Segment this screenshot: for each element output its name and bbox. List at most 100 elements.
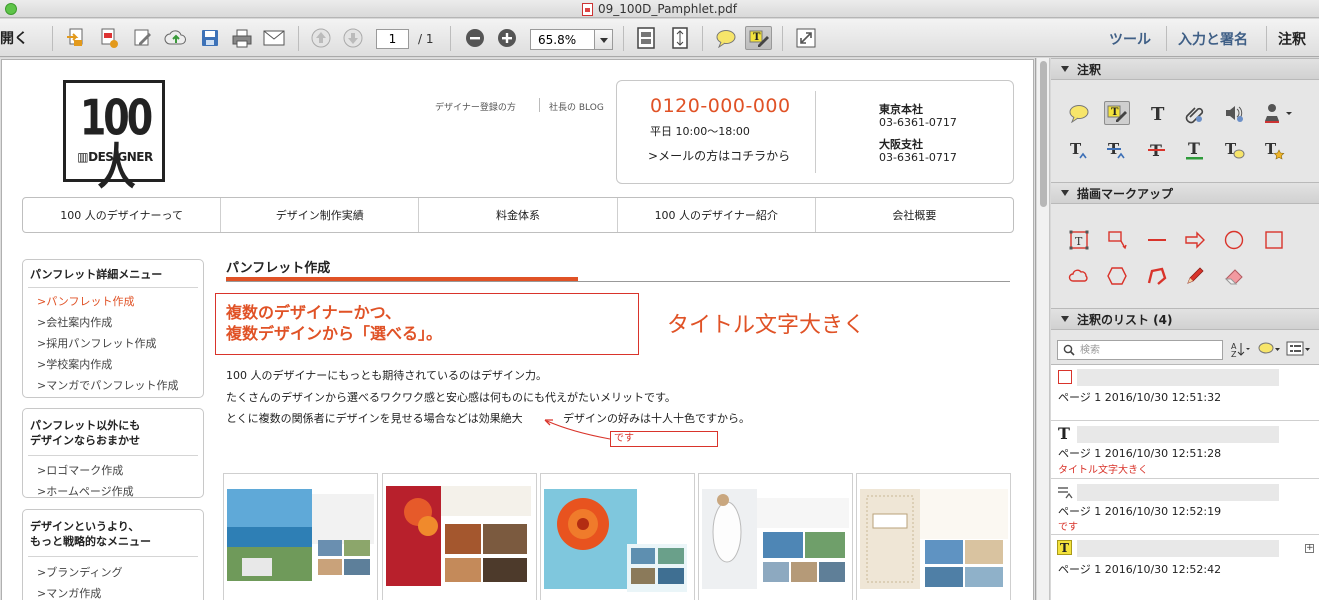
insert-text-icon [1058,487,1073,499]
open-button[interactable]: 開く [0,26,30,50]
filter-comments-button[interactable] [1256,337,1282,361]
office-tel-tokyo: 03-6361-0717 [879,116,957,129]
eraser-tool[interactable] [1221,264,1247,288]
zoom-level-input[interactable] [530,29,594,50]
expand-plus-icon[interactable]: + [1305,544,1314,553]
comment-meta: ページ 1 2016/10/30 12:52:19 [1058,505,1222,518]
nav-item-company[interactable]: 会社概要 [816,198,1013,232]
tab-tools[interactable]: ツール [1109,27,1151,50]
main-toolbar: 開く / 1 T [0,19,1319,57]
sidebar-link-manga[interactable]: >マンガ作成 [37,585,101,600]
text-box-tool[interactable]: T [1066,228,1092,252]
pamphlet-sample-3[interactable] [540,473,695,600]
cloud-tool[interactable] [1066,264,1092,288]
replace-text-tool[interactable]: T [1104,138,1130,162]
comment-item[interactable]: T ページ 1 2016/10/30 12:51:28 タイトル文字大きく [1051,421,1319,479]
pamphlet-sample-5[interactable] [856,473,1011,600]
pamphlet-sample-1[interactable] [223,473,378,600]
line-tool[interactable] [1144,228,1170,252]
arrow-tool[interactable] [1182,228,1208,252]
speaker-icon [1226,106,1243,122]
page-number-input[interactable] [376,29,409,49]
pamphlet-image [544,489,687,592]
comment-search-input[interactable] [1057,340,1223,360]
tab-fill-and-sign[interactable]: 入力と署名 [1178,27,1248,50]
comment-item[interactable]: T + ページ 1 2016/10/30 12:52:42 [1051,535,1319,600]
pencil-tool[interactable] [1182,264,1208,288]
toolbar-separator [450,26,451,51]
rectangle-comment-icon [1058,370,1072,384]
speech-bubble-icon [716,30,736,48]
comment-item[interactable]: ページ 1 2016/10/30 12:52:19 です [1051,479,1319,535]
document-scrollbar[interactable] [1037,58,1050,600]
upload-cloud-button[interactable] [163,26,189,50]
expand-arrows-icon [796,28,816,48]
highlight-text-tool[interactable]: T [1104,101,1130,125]
pamphlet-sample-2[interactable] [382,473,537,600]
save-disk-icon [202,30,218,46]
rectangle-tool[interactable] [1261,228,1287,252]
zoom-out-button[interactable] [462,26,488,50]
svg-text:Z: Z [1231,350,1237,358]
save-button[interactable] [197,26,223,50]
sidebar-link-logo[interactable]: >ロゴマーク作成 [37,462,123,478]
replace-text-icon: T [1107,140,1125,159]
text-comment-tool[interactable]: T [1221,138,1247,162]
svg-text:T: T [1111,107,1119,118]
sidebar-link-branding[interactable]: >ブランディング [37,564,122,580]
highlight-text-icon: T [749,30,769,47]
panel-section-annotations[interactable]: 注釈 [1051,58,1319,80]
window-title: 09_100D_Pamphlet.pdf [0,0,1319,18]
printer-icon [232,29,252,48]
callout-tool[interactable] [1104,228,1130,252]
comment-author-redacted [1077,369,1279,386]
next-page-button[interactable] [340,26,366,50]
fit-page-button[interactable] [667,26,693,50]
sticky-note-tool[interactable] [1066,101,1092,125]
disclosure-triangle-icon [1061,316,1069,322]
text-star-icon: T [1265,140,1285,160]
insert-text-caret-icon [544,419,611,440]
expand-view-button[interactable] [793,26,819,50]
add-text-tool[interactable]: T [1144,101,1170,125]
fit-page-icon [672,27,688,49]
text-stamp-tool[interactable]: T [1261,138,1287,162]
add-comment-button[interactable] [713,26,739,50]
zoom-in-button[interactable] [494,26,520,50]
sidebar-link-homepage[interactable]: >ホームページ作成 [37,483,134,499]
underline-tool[interactable]: T [1182,138,1208,162]
strikethrough-icon: T [1148,141,1165,160]
export-pdf-button[interactable] [96,26,122,50]
create-pdf-button[interactable] [63,26,89,50]
comment-item[interactable]: ページ 1 2016/10/30 12:51:32 [1051,364,1319,421]
stamp-tool[interactable] [1261,101,1295,125]
comment-options-button[interactable] [1285,337,1313,361]
sort-comments-button[interactable]: AZ [1229,337,1253,361]
record-audio-tool[interactable] [1221,101,1247,125]
title-bar: 09_100D_Pamphlet.pdf [0,0,1319,18]
connected-lines-tool[interactable] [1144,264,1170,288]
toolbar-separator [782,26,783,51]
tab-comment[interactable]: 注釈 [1278,27,1306,50]
email-button[interactable] [261,26,287,50]
highlight-text-button[interactable]: T [745,26,772,50]
zoom-dropdown-button[interactable] [594,29,613,50]
oval-tool[interactable] [1221,228,1247,252]
panel-section-drawing-markup[interactable]: 描画マークアップ [1051,182,1319,204]
toolbar-separator [702,26,703,51]
edit-pdf-button[interactable] [130,26,156,50]
comment-meta: ページ 1 2016/10/30 12:51:32 [1058,391,1222,404]
strikethrough-tool[interactable]: T [1144,138,1170,162]
previous-page-button[interactable] [308,26,334,50]
office-name-osaka: 大阪支社 [879,138,923,151]
panel-section-comment-list[interactable]: 注釈のリスト (4) [1051,308,1319,330]
document-viewport[interactable]: 100人 ▥DESIGNER デザイナー登録の方 社長の BLOG 0120-0… [0,58,1036,600]
polygon-tool[interactable] [1104,264,1130,288]
pamphlet-sample-4[interactable] [698,473,853,600]
insert-text-tool[interactable]: T [1066,138,1092,162]
scroll-mode-button[interactable] [633,26,659,50]
insert-text-popup[interactable]: です [610,431,718,447]
attach-file-tool[interactable] [1182,101,1208,125]
print-button[interactable] [229,26,255,50]
scrollbar-thumb[interactable] [1040,61,1047,207]
